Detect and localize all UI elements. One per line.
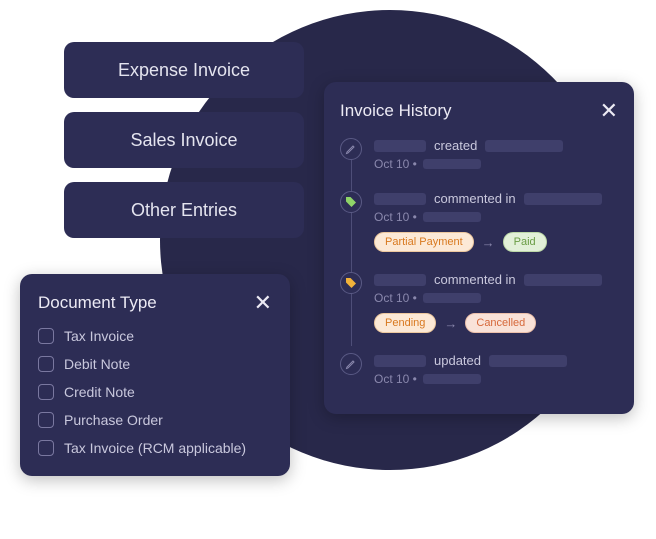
option-label: Tax Invoice (RCM applicable) bbox=[64, 440, 246, 456]
event-summary: updated bbox=[374, 353, 618, 368]
tab-expense-invoice[interactable]: Expense Invoice bbox=[64, 42, 304, 98]
status-badge: Partial Payment bbox=[374, 232, 474, 252]
tab-label: Sales Invoice bbox=[130, 130, 237, 151]
event-summary: commented in bbox=[374, 191, 618, 206]
checkbox-icon[interactable] bbox=[38, 328, 54, 344]
skeleton-text bbox=[374, 274, 426, 286]
doctype-option[interactable]: Tax Invoice bbox=[38, 328, 272, 344]
status-badge: Paid bbox=[503, 232, 547, 252]
tag-icon bbox=[340, 191, 362, 213]
date-label: Oct 10 • bbox=[374, 372, 417, 386]
date-label: Oct 10 • bbox=[374, 210, 417, 224]
status-change: Pending → Cancelled bbox=[374, 313, 618, 333]
tab-other-entries[interactable]: Other Entries bbox=[64, 182, 304, 238]
event-date: Oct 10 • bbox=[374, 210, 618, 224]
date-label: Oct 10 • bbox=[374, 157, 417, 171]
action-label: commented in bbox=[434, 272, 516, 287]
checkbox-icon[interactable] bbox=[38, 412, 54, 428]
panel-title: Document Type bbox=[38, 293, 157, 313]
option-label: Tax Invoice bbox=[64, 328, 134, 344]
event-date: Oct 10 • bbox=[374, 291, 618, 305]
skeleton-text bbox=[374, 193, 426, 205]
skeleton-text bbox=[485, 140, 563, 152]
status-change: Partial Payment → Paid bbox=[374, 232, 618, 252]
history-event: updated Oct 10 • bbox=[374, 353, 618, 386]
history-event: commented in Oct 10 • Partial Payment → … bbox=[374, 191, 618, 252]
arrow-right-icon: → bbox=[482, 235, 495, 250]
event-date: Oct 10 • bbox=[374, 372, 618, 386]
pencil-icon bbox=[340, 138, 362, 160]
tab-sales-invoice[interactable]: Sales Invoice bbox=[64, 112, 304, 168]
skeleton-text bbox=[524, 193, 602, 205]
skeleton-text bbox=[524, 274, 602, 286]
option-label: Credit Note bbox=[64, 384, 135, 400]
close-icon[interactable]: ✕ bbox=[254, 292, 272, 314]
doctype-option[interactable]: Credit Note bbox=[38, 384, 272, 400]
tab-label: Expense Invoice bbox=[118, 60, 250, 81]
panel-title: Invoice History bbox=[340, 101, 451, 121]
skeleton-text bbox=[374, 355, 426, 367]
checkbox-icon[interactable] bbox=[38, 356, 54, 372]
event-date: Oct 10 • bbox=[374, 157, 618, 171]
checkbox-icon[interactable] bbox=[38, 440, 54, 456]
invoice-history-panel: Invoice History ✕ created Oct 10 • bbox=[324, 82, 634, 414]
panel-header: Invoice History ✕ bbox=[340, 100, 618, 122]
action-label: commented in bbox=[434, 191, 516, 206]
event-summary: created bbox=[374, 138, 618, 153]
status-badge: Pending bbox=[374, 313, 436, 333]
skeleton-text bbox=[374, 140, 426, 152]
action-label: created bbox=[434, 138, 477, 153]
event-summary: commented in bbox=[374, 272, 618, 287]
close-icon[interactable]: ✕ bbox=[600, 100, 618, 122]
panel-header: Document Type ✕ bbox=[38, 292, 272, 314]
arrow-right-icon: → bbox=[444, 316, 457, 331]
doctype-option[interactable]: Tax Invoice (RCM applicable) bbox=[38, 440, 272, 456]
action-label: updated bbox=[434, 353, 481, 368]
tab-label: Other Entries bbox=[131, 200, 237, 221]
timeline: created Oct 10 • commented in Oct 10 • bbox=[340, 138, 618, 386]
doctype-option[interactable]: Debit Note bbox=[38, 356, 272, 372]
option-label: Purchase Order bbox=[64, 412, 163, 428]
checkbox-icon[interactable] bbox=[38, 384, 54, 400]
history-event: created Oct 10 • bbox=[374, 138, 618, 171]
pencil-icon bbox=[340, 353, 362, 375]
skeleton-text bbox=[423, 159, 481, 169]
document-type-panel: Document Type ✕ Tax Invoice Debit Note C… bbox=[20, 274, 290, 476]
tag-icon bbox=[340, 272, 362, 294]
skeleton-text bbox=[423, 374, 481, 384]
skeleton-text bbox=[489, 355, 567, 367]
doctype-option[interactable]: Purchase Order bbox=[38, 412, 272, 428]
skeleton-text bbox=[423, 293, 481, 303]
option-label: Debit Note bbox=[64, 356, 130, 372]
date-label: Oct 10 • bbox=[374, 291, 417, 305]
skeleton-text bbox=[423, 212, 481, 222]
status-badge: Cancelled bbox=[465, 313, 536, 333]
history-event: commented in Oct 10 • Pending → Cancelle… bbox=[374, 272, 618, 333]
